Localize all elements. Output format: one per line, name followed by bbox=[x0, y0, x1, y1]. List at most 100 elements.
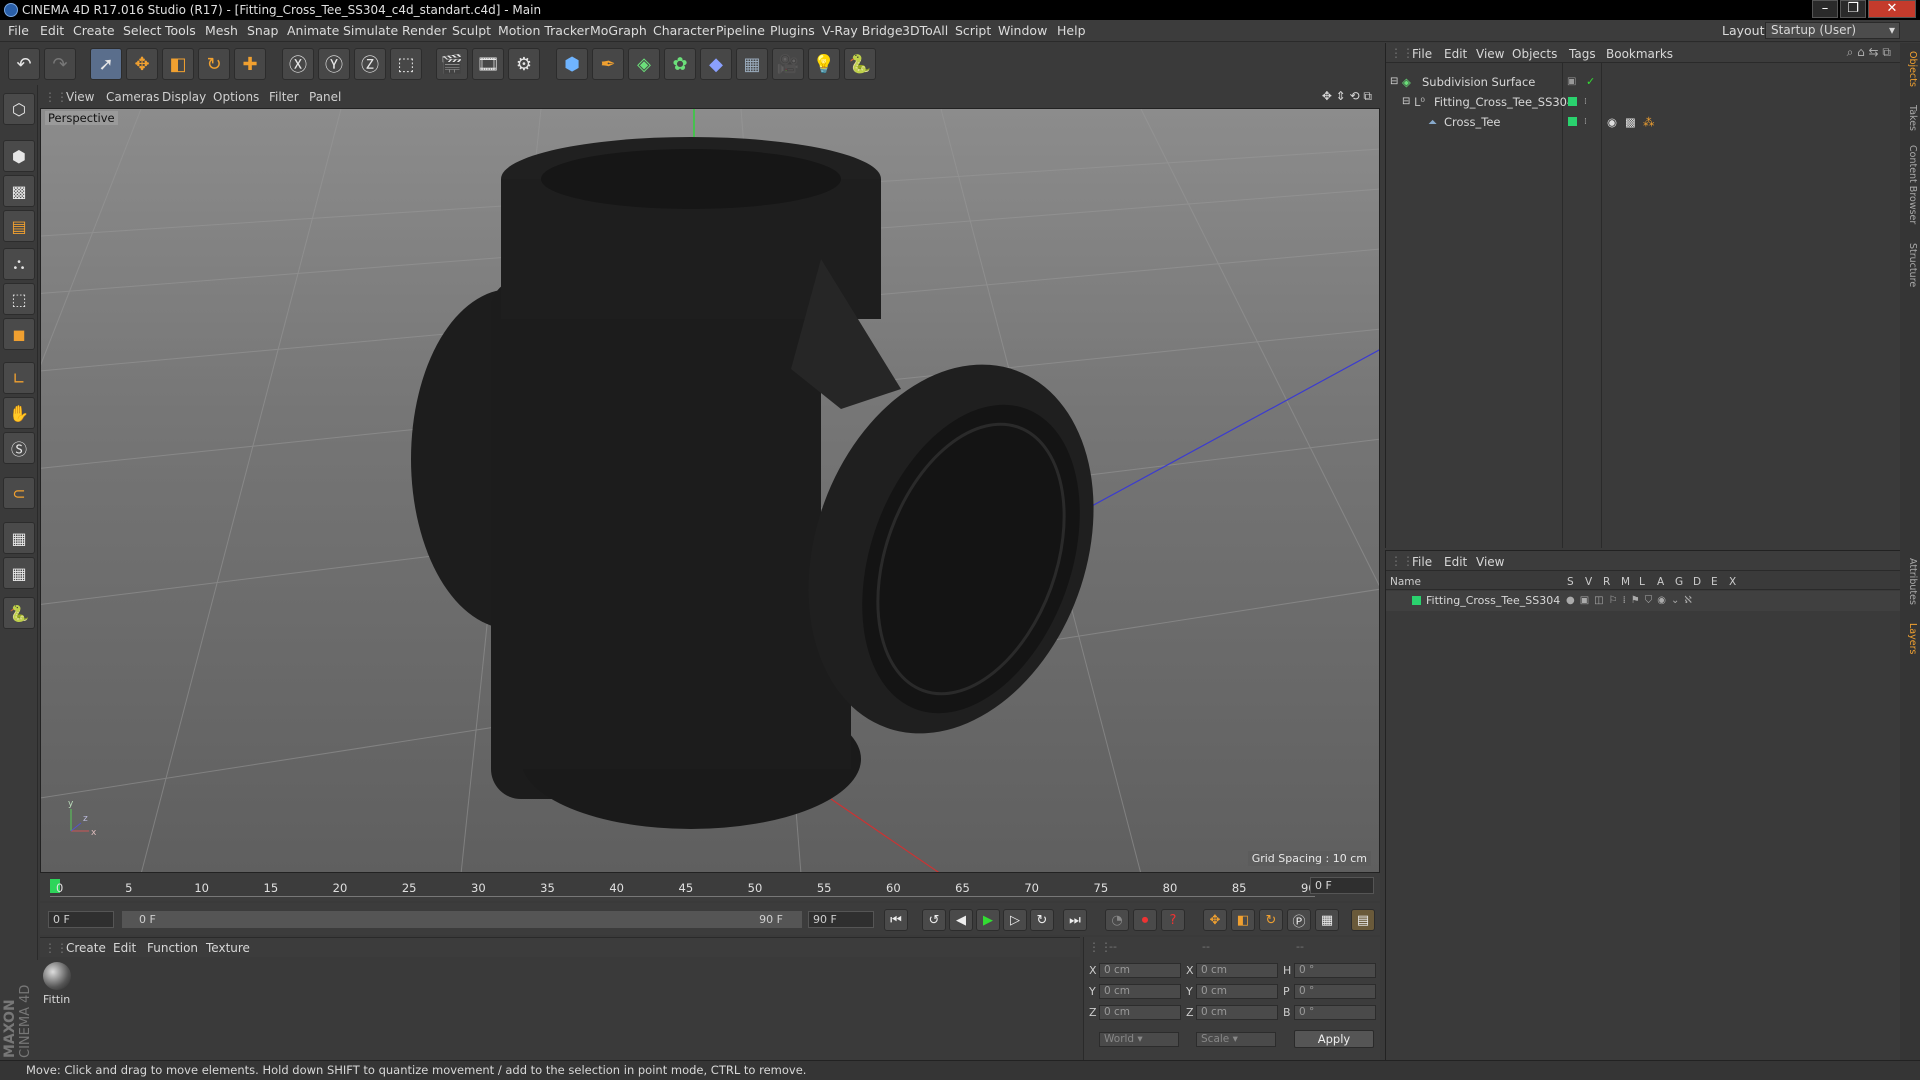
render-view-icon[interactable]: 🎬 bbox=[436, 48, 468, 80]
menu-create[interactable]: Create bbox=[73, 23, 115, 38]
menu-file[interactable]: File bbox=[8, 23, 29, 38]
apply-button[interactable]: Apply bbox=[1294, 1030, 1374, 1048]
material-thumbnail[interactable] bbox=[43, 962, 71, 990]
subdivision-icon[interactable]: ◈ bbox=[628, 48, 660, 80]
size-x-field[interactable]: 0 cm bbox=[1196, 963, 1278, 978]
layer-menu-edit[interactable]: Edit bbox=[1444, 555, 1467, 569]
tab-structure[interactable]: Structure bbox=[1902, 243, 1918, 287]
column-r[interactable]: R bbox=[1603, 576, 1610, 588]
visibility-toggle[interactable]: ▣ bbox=[1567, 72, 1576, 92]
tweak-mode-icon[interactable]: ✋ bbox=[3, 397, 35, 429]
menu-3dtoall[interactable]: 3DToAll bbox=[902, 23, 948, 38]
snap-icon[interactable]: Ⓢ bbox=[3, 432, 35, 464]
viewport-menu-options[interactable]: Options bbox=[213, 90, 259, 104]
layer-color-swatch[interactable] bbox=[1568, 97, 1577, 106]
current-frame-field[interactable]: 0 F bbox=[1310, 877, 1374, 894]
viewport-menu-display[interactable]: Display bbox=[162, 90, 206, 104]
layer-flag-icons[interactable]: ●▣◫⚐⁞⚑⛉◉⌄ℵ bbox=[1566, 591, 1697, 611]
coordinate-system-icon[interactable]: ⬚ bbox=[390, 48, 422, 80]
prev-key-icon[interactable]: ↺ bbox=[922, 909, 946, 931]
size-z-field[interactable]: 0 cm bbox=[1196, 1005, 1278, 1020]
menu-character[interactable]: Character bbox=[653, 23, 715, 38]
scale-icon[interactable]: ◧ bbox=[162, 48, 194, 80]
cube-icon[interactable]: ⬢ bbox=[556, 48, 588, 80]
menu-simulate[interactable]: Simulate bbox=[343, 23, 398, 38]
render-settings-icon[interactable]: ⚙ bbox=[508, 48, 540, 80]
object-row-fitting[interactable]: ⊟ L⁰ Fitting_Cross_Tee_SS304 ⁞ bbox=[1386, 92, 1901, 112]
position-z-field[interactable]: 0 cm bbox=[1099, 1005, 1181, 1020]
deformer-icon[interactable]: ◆ bbox=[700, 48, 732, 80]
enabled-check-icon[interactable]: ✓ bbox=[1586, 72, 1595, 92]
axis-mode-icon[interactable]: ∟ bbox=[3, 362, 35, 394]
next-key-icon[interactable]: ↻ bbox=[1030, 909, 1054, 931]
close-button[interactable]: ✕ bbox=[1868, 0, 1916, 18]
workplane-icon[interactable]: ▤ bbox=[3, 210, 35, 242]
viewport-menu-view[interactable]: View bbox=[66, 90, 94, 104]
tag-icon[interactable]: ⁂ bbox=[1643, 112, 1655, 132]
auto-key-icon[interactable]: ? bbox=[1161, 909, 1185, 931]
redo-icon[interactable]: ↷ bbox=[44, 48, 76, 80]
obj-menu-bookmarks[interactable]: Bookmarks bbox=[1606, 47, 1673, 61]
y-axis-icon[interactable]: Ⓨ bbox=[318, 48, 350, 80]
menu-help[interactable]: Help bbox=[1057, 23, 1086, 38]
size-mode-dropdown[interactable]: Scale ▾ bbox=[1196, 1032, 1276, 1047]
tab-content-browser[interactable]: Content Browser bbox=[1902, 145, 1918, 224]
column-s[interactable]: S bbox=[1567, 576, 1574, 588]
column-m[interactable]: M bbox=[1621, 576, 1630, 588]
position-x-field[interactable]: 0 cm bbox=[1099, 963, 1181, 978]
texture-mode-icon[interactable]: ▩ bbox=[3, 175, 35, 207]
menu-motion-tracker[interactable]: Motion Tracker bbox=[498, 23, 589, 38]
menu-plugins[interactable]: Plugins bbox=[770, 23, 815, 38]
end-frame-field[interactable]: 90 F bbox=[808, 911, 874, 928]
add-icon[interactable]: ✚ bbox=[234, 48, 266, 80]
column-v[interactable]: V bbox=[1585, 576, 1592, 588]
column-name[interactable]: Name bbox=[1390, 576, 1421, 588]
collapse-icon[interactable]: ⊟ bbox=[1390, 72, 1398, 92]
minimize-button[interactable]: – bbox=[1812, 0, 1838, 18]
key-pla-icon[interactable]: ▦ bbox=[1315, 909, 1339, 931]
pen-icon[interactable]: ✒ bbox=[592, 48, 624, 80]
3d-viewport[interactable]: y x z Perspective Grid Spacing : 10 cm bbox=[40, 108, 1380, 873]
tab-objects[interactable]: Objects bbox=[1902, 51, 1918, 87]
floor-icon[interactable]: ▦ bbox=[736, 48, 768, 80]
menu-animate[interactable]: Animate bbox=[287, 23, 339, 38]
move-icon[interactable]: ✥ bbox=[126, 48, 158, 80]
coord-mode-dropdown[interactable]: World ▾ bbox=[1099, 1032, 1179, 1047]
menu-snap[interactable]: Snap bbox=[247, 23, 278, 38]
magnet-icon[interactable]: ⊂ bbox=[3, 477, 35, 509]
viewport-menu-filter[interactable]: Filter bbox=[269, 90, 299, 104]
viewport-menu-panel[interactable]: Panel bbox=[309, 90, 341, 104]
obj-menu-file[interactable]: File bbox=[1412, 47, 1432, 61]
material-tag-icon[interactable]: ◉ bbox=[1607, 112, 1617, 132]
light-icon[interactable]: 💡 bbox=[808, 48, 840, 80]
render-picture-icon[interactable]: 🎞 bbox=[472, 48, 504, 80]
object-row-subdivision[interactable]: ⊟ ◈ Subdivision Surface ▣ ✓ bbox=[1386, 72, 1901, 92]
menu-select[interactable]: Select bbox=[123, 23, 162, 38]
visibility-dots-icon[interactable]: ⁞ bbox=[1584, 112, 1587, 132]
maximize-button[interactable]: ❐ bbox=[1840, 0, 1866, 18]
column-x[interactable]: X bbox=[1729, 576, 1736, 588]
layer-menu-view[interactable]: View bbox=[1476, 555, 1504, 569]
layout-dropdown[interactable]: Startup (User) ▾ bbox=[1765, 22, 1900, 39]
viewport-menu-cameras[interactable]: Cameras bbox=[106, 90, 159, 104]
timeline-ruler[interactable]: 0 5 10 15 20 25 30 35 40 45 50 55 60 65 70 75 80 85 90 0 F bbox=[40, 873, 1380, 901]
keyframe-icon[interactable]: ◔ bbox=[1105, 909, 1129, 931]
menu-mograph[interactable]: MoGraph bbox=[590, 23, 647, 38]
obj-menu-edit[interactable]: Edit bbox=[1444, 47, 1467, 61]
menu-mesh[interactable]: Mesh bbox=[205, 23, 238, 38]
menu-pipeline[interactable]: Pipeline bbox=[716, 23, 765, 38]
tab-layers[interactable]: Layers bbox=[1902, 623, 1918, 654]
play-icon[interactable]: ▶ bbox=[976, 909, 1000, 931]
key-move-icon[interactable]: ✥ bbox=[1203, 909, 1227, 931]
layer-color-swatch[interactable] bbox=[1568, 117, 1577, 126]
locked-workplane-icon[interactable]: ▦ bbox=[3, 522, 35, 554]
x-axis-icon[interactable]: Ⓧ bbox=[282, 48, 314, 80]
camera-icon[interactable]: 🎥 bbox=[772, 48, 804, 80]
menu-render[interactable]: Render bbox=[402, 23, 447, 38]
material-menu-function[interactable]: Function bbox=[147, 941, 198, 955]
rotation-b-field[interactable]: 0 ° bbox=[1294, 1005, 1376, 1020]
position-y-field[interactable]: 0 cm bbox=[1099, 984, 1181, 999]
column-d[interactable]: D bbox=[1693, 576, 1701, 588]
frame-range-slider[interactable]: 0 F 90 F bbox=[122, 911, 802, 928]
obj-menu-tags[interactable]: Tags bbox=[1569, 47, 1596, 61]
